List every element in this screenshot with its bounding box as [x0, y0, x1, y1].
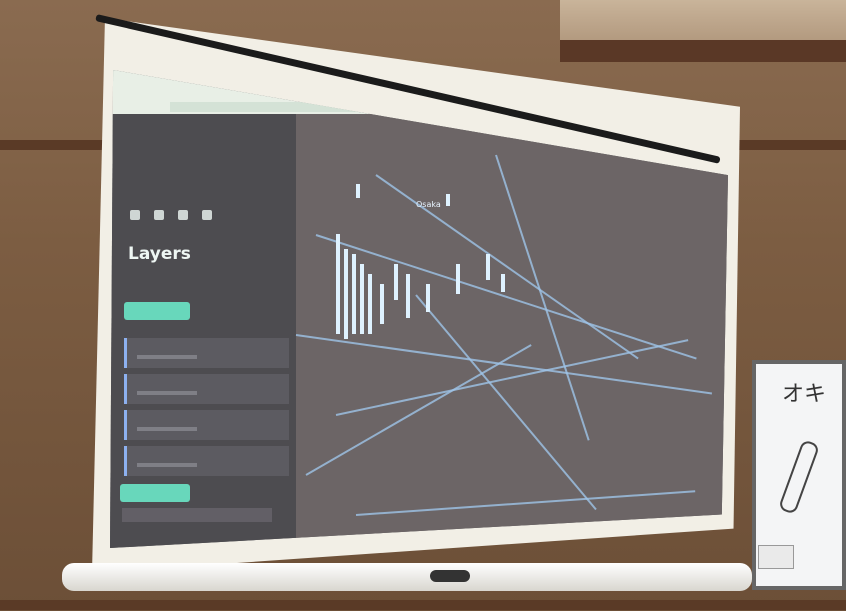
- screen-logo: [430, 570, 470, 582]
- map-column: [394, 264, 398, 300]
- map-column: [426, 284, 430, 312]
- map-column: [352, 254, 356, 334]
- map-road: [335, 339, 689, 416]
- map-column: [486, 254, 490, 280]
- wall-sign: [758, 545, 794, 569]
- map-column: [336, 234, 340, 334]
- add-layer-button[interactable]: [120, 484, 190, 502]
- map-column: [368, 274, 372, 334]
- wall-trim-lower: [0, 600, 846, 610]
- map-column: [501, 274, 505, 292]
- map-column: [380, 284, 384, 324]
- map-column: [406, 274, 410, 318]
- map-icon[interactable]: [202, 210, 212, 220]
- map-city-label: Osaka: [416, 200, 441, 209]
- map-column: [356, 184, 360, 198]
- map-column: [446, 194, 450, 206]
- add-data-button[interactable]: [124, 302, 190, 320]
- layer-item[interactable]: [124, 338, 289, 368]
- layer-item[interactable]: [124, 446, 289, 476]
- layer-item[interactable]: [124, 410, 289, 440]
- sidebar-title: Layers: [128, 244, 191, 264]
- layer-item[interactable]: [124, 374, 289, 404]
- filter-icon[interactable]: [154, 210, 164, 220]
- screen-roller: [62, 563, 752, 591]
- map-canvas[interactable]: Osaka: [295, 114, 728, 548]
- map-column: [456, 264, 460, 294]
- map-road: [305, 344, 532, 476]
- map-road: [355, 490, 696, 516]
- ceiling-beam: [560, 40, 846, 62]
- map-style-select[interactable]: [122, 508, 272, 522]
- whiteboard-text: オキ: [782, 382, 827, 407]
- layers-icon[interactable]: [130, 210, 140, 220]
- map-column: [344, 249, 348, 339]
- interaction-icon[interactable]: [178, 210, 188, 220]
- map-road: [315, 234, 697, 360]
- sidebar-panel: Layers: [110, 114, 296, 548]
- map-column: [360, 264, 364, 334]
- map-road: [415, 294, 597, 511]
